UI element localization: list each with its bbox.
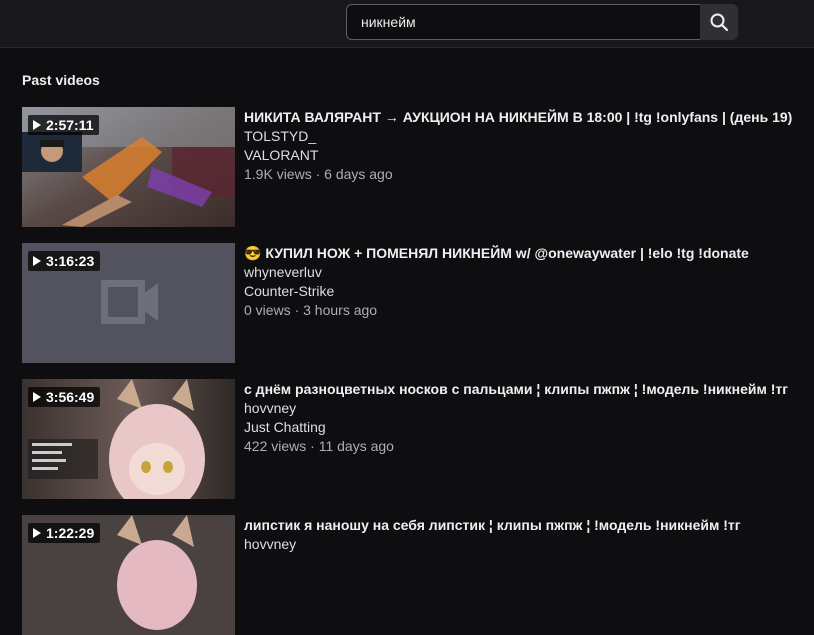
video-thumbnail[interactable]: 3:56:49 xyxy=(22,379,235,499)
channel-link[interactable]: hovvney xyxy=(244,535,812,554)
play-icon xyxy=(33,392,41,402)
play-icon xyxy=(33,256,41,266)
top-bar xyxy=(0,0,814,48)
channel-link[interactable]: whyneverluv xyxy=(244,263,812,282)
duration-text: 2:57:11 xyxy=(46,117,94,133)
duration-badge: 2:57:11 xyxy=(28,115,100,135)
search-icon xyxy=(710,13,729,32)
play-icon xyxy=(33,528,41,538)
duration-badge: 1:22:29 xyxy=(28,523,101,543)
video-meta: 😎 КУПИЛ НОЖ + ПОМЕНЯЛ НИКНЕЙМ w/ @oneway… xyxy=(244,243,812,320)
play-icon xyxy=(33,120,41,130)
search-input[interactable] xyxy=(346,4,700,40)
video-meta: НИКИТА ВАЛЯРАНТ → АУКЦИОН НА НИКНЕЙМ В 1… xyxy=(244,107,812,184)
video-meta: с днём разноцветных носков с пальцами ¦ … xyxy=(244,379,812,456)
search-bar xyxy=(346,4,738,40)
video-card[interactable]: 3:56:49 с днём разноцветных носков с пал… xyxy=(22,379,812,499)
video-card[interactable]: 1:22:29 липстик я наношу на себя липстик… xyxy=(22,515,812,635)
video-thumbnail[interactable]: 2:57:11 xyxy=(22,107,235,227)
video-stats: 1.9K views · 6 days ago xyxy=(244,166,393,182)
video-stats: 422 views · 11 days ago xyxy=(244,438,394,454)
duration-text: 3:56:49 xyxy=(46,389,95,405)
game-link[interactable]: Just Chatting xyxy=(244,418,812,437)
duration-badge: 3:56:49 xyxy=(28,387,101,407)
video-title[interactable]: НИКИТА ВАЛЯРАНТ → АУКЦИОН НА НИКНЕЙМ В 1… xyxy=(244,108,812,127)
video-card[interactable]: 3:16:23 😎 КУПИЛ НОЖ + ПОМЕНЯЛ НИКНЕЙМ w/… xyxy=(22,243,812,363)
video-thumbnail[interactable]: 1:22:29 xyxy=(22,515,235,635)
video-meta: липстик я наношу на себя липстик ¦ клипы… xyxy=(244,515,812,554)
video-stats: 0 views · 3 hours ago xyxy=(244,302,378,318)
video-title[interactable]: с днём разноцветных носков с пальцами ¦ … xyxy=(244,380,812,399)
section-title: Past videos xyxy=(22,72,100,88)
video-title[interactable]: липстик я наношу на себя липстик ¦ клипы… xyxy=(244,516,812,535)
duration-badge: 3:16:23 xyxy=(28,251,101,271)
channel-link[interactable]: TOLSTYD_ xyxy=(244,127,812,146)
game-link[interactable]: Counter-Strike xyxy=(244,282,812,301)
game-link[interactable]: VALORANT xyxy=(244,146,812,165)
video-card[interactable]: 2:57:11 НИКИТА ВАЛЯРАНТ → АУКЦИОН НА НИК… xyxy=(22,107,812,227)
duration-text: 1:22:29 xyxy=(46,525,95,541)
channel-link[interactable]: hovvney xyxy=(244,399,812,418)
video-title[interactable]: 😎 КУПИЛ НОЖ + ПОМЕНЯЛ НИКНЕЙМ w/ @oneway… xyxy=(244,244,812,263)
duration-text: 3:16:23 xyxy=(46,253,95,269)
video-thumbnail[interactable]: 3:16:23 xyxy=(22,243,235,363)
search-button[interactable] xyxy=(700,4,738,40)
